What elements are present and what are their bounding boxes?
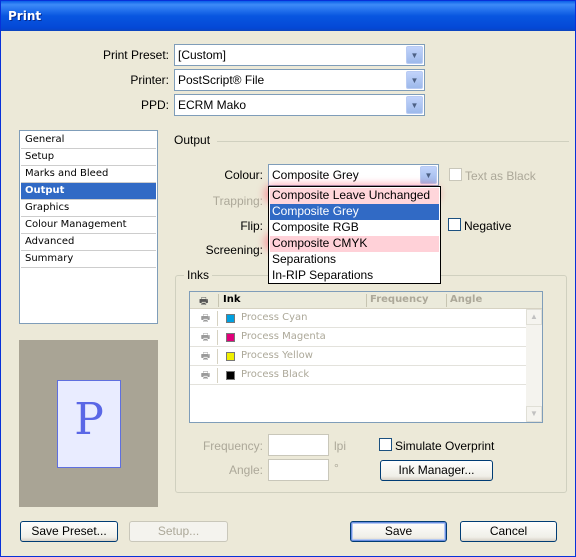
angle-unit: ° bbox=[334, 461, 339, 475]
printer-icon: 🖶 bbox=[194, 330, 218, 345]
chevron-down-icon[interactable]: ▼ bbox=[420, 166, 437, 184]
printer-select[interactable]: PostScript® File ▼ bbox=[174, 69, 425, 91]
printer-icon: 🖶 bbox=[194, 368, 218, 383]
setup-button[interactable]: Setup... bbox=[129, 521, 228, 542]
colour-option[interactable]: Composite CMYK bbox=[270, 236, 439, 252]
ppd-label: PPD: bbox=[140, 98, 169, 112]
ink-manager-button[interactable]: Ink Manager... bbox=[380, 460, 493, 481]
text-as-black-checkbox[interactable] bbox=[449, 168, 462, 181]
colour-option[interactable]: Composite RGB bbox=[270, 220, 439, 236]
simulate-overprint-checkbox[interactable] bbox=[379, 438, 392, 451]
section-divider bbox=[217, 141, 569, 142]
frequency-column-header[interactable]: Frequency bbox=[370, 294, 429, 305]
colour-dropdown-list[interactable]: Composite Leave Unchanged Composite Grey… bbox=[268, 186, 441, 284]
ink-row[interactable]: 🖶 Process Magenta bbox=[190, 328, 526, 347]
sidebar-item-marks-and-bleed[interactable]: Marks and Bleed bbox=[21, 166, 156, 183]
colour-value: Composite Grey bbox=[272, 168, 359, 182]
colour-select[interactable]: Composite Grey ▼ bbox=[268, 164, 439, 186]
output-section-title: Output bbox=[174, 133, 211, 147]
colour-option[interactable]: Composite Leave Unchanged bbox=[270, 188, 439, 204]
column-divider bbox=[218, 294, 219, 307]
print-preset-value: [Custom] bbox=[178, 48, 227, 62]
printer-icon: 🖶 bbox=[194, 349, 218, 364]
column-divider bbox=[446, 294, 447, 307]
ink-row[interactable]: 🖶 Process Yellow bbox=[190, 347, 526, 366]
sidebar-list: General Setup Marks and Bleed Output Gra… bbox=[19, 130, 158, 324]
colour-option[interactable]: Composite Grey bbox=[270, 204, 439, 220]
sidebar-item-colour-management[interactable]: Colour Management bbox=[21, 217, 156, 234]
ink-name: Process Cyan bbox=[241, 312, 308, 323]
frequency-unit: lpi bbox=[334, 439, 347, 453]
ppd-select[interactable]: ECRM Mako ▼ bbox=[174, 94, 425, 116]
chevron-down-icon[interactable]: ▼ bbox=[406, 46, 423, 64]
flip-label: Flip: bbox=[240, 219, 263, 233]
ink-swatch bbox=[226, 333, 235, 342]
title-bar[interactable]: Print bbox=[1, 1, 575, 31]
cancel-button[interactable]: Cancel bbox=[460, 521, 557, 542]
screening-label: Screening: bbox=[205, 243, 263, 257]
chevron-down-icon[interactable]: ▼ bbox=[406, 71, 423, 89]
page-preview-glyph: P bbox=[74, 394, 104, 445]
sidebar-item-setup[interactable]: Setup bbox=[21, 149, 156, 166]
sidebar-item-output[interactable]: Output bbox=[21, 183, 156, 200]
sidebar-item-general[interactable]: General bbox=[21, 132, 156, 149]
ink-swatch bbox=[226, 371, 235, 380]
scroll-up-icon[interactable]: ▲ bbox=[526, 309, 542, 325]
colour-option[interactable]: Separations bbox=[270, 252, 439, 268]
trapping-label: Trapping: bbox=[212, 194, 263, 208]
print-preset-label: Print Preset: bbox=[102, 48, 169, 62]
ink-name: Process Magenta bbox=[241, 331, 326, 342]
printer-icon: 🖶 bbox=[194, 311, 218, 326]
printer-label: Printer: bbox=[130, 73, 169, 87]
save-preset-button[interactable]: Save Preset... bbox=[20, 521, 118, 542]
ink-name: Process Yellow bbox=[241, 350, 313, 361]
chevron-down-icon[interactable]: ▼ bbox=[406, 96, 423, 114]
negative-checkbox[interactable] bbox=[448, 218, 461, 231]
column-divider bbox=[366, 294, 367, 307]
save-button[interactable]: Save bbox=[350, 521, 447, 542]
sidebar-item-summary[interactable]: Summary bbox=[21, 251, 156, 268]
page-preview: P bbox=[19, 340, 158, 507]
colour-option[interactable]: In-RIP Separations bbox=[270, 268, 439, 284]
frequency-field[interactable] bbox=[268, 434, 329, 456]
frequency-label: Frequency: bbox=[202, 439, 263, 453]
sidebar-item-advanced[interactable]: Advanced bbox=[21, 234, 156, 251]
ink-name: Process Black bbox=[241, 369, 310, 380]
page-thumbnail: P bbox=[57, 380, 121, 468]
angle-label: Angle: bbox=[228, 463, 263, 477]
printer-value: PostScript® File bbox=[178, 73, 265, 87]
scroll-down-icon[interactable]: ▼ bbox=[526, 406, 542, 422]
text-as-black-label: Text as Black bbox=[465, 169, 536, 183]
inks-group-title: Inks bbox=[184, 268, 213, 282]
negative-label: Negative bbox=[464, 219, 512, 233]
window-title: Print bbox=[8, 9, 42, 23]
ink-row[interactable]: 🖶 Process Cyan bbox=[190, 309, 526, 328]
print-dialog: Print Print Preset: [Custom] ▼ Printer: … bbox=[0, 0, 576, 557]
ink-list-header: 🖶 Ink Frequency Angle bbox=[190, 292, 542, 309]
ppd-value: ECRM Mako bbox=[178, 98, 247, 112]
print-preset-select[interactable]: [Custom] ▼ bbox=[174, 44, 425, 66]
simulate-overprint-label: Simulate Overprint bbox=[395, 439, 495, 453]
ink-list-scrollbar[interactable]: ▲ ▼ bbox=[526, 309, 542, 422]
angle-field[interactable] bbox=[268, 459, 329, 481]
ink-list[interactable]: 🖶 Ink Frequency Angle 🖶 Process Cyan 🖶 P… bbox=[189, 291, 543, 423]
colour-label: Colour: bbox=[224, 168, 263, 182]
angle-column-header[interactable]: Angle bbox=[450, 294, 482, 305]
ink-row[interactable]: 🖶 Process Black bbox=[190, 366, 526, 385]
ink-column-header[interactable]: Ink bbox=[223, 294, 241, 305]
sidebar-item-graphics[interactable]: Graphics bbox=[21, 200, 156, 217]
ink-swatch bbox=[226, 314, 235, 323]
ink-swatch bbox=[226, 352, 235, 361]
